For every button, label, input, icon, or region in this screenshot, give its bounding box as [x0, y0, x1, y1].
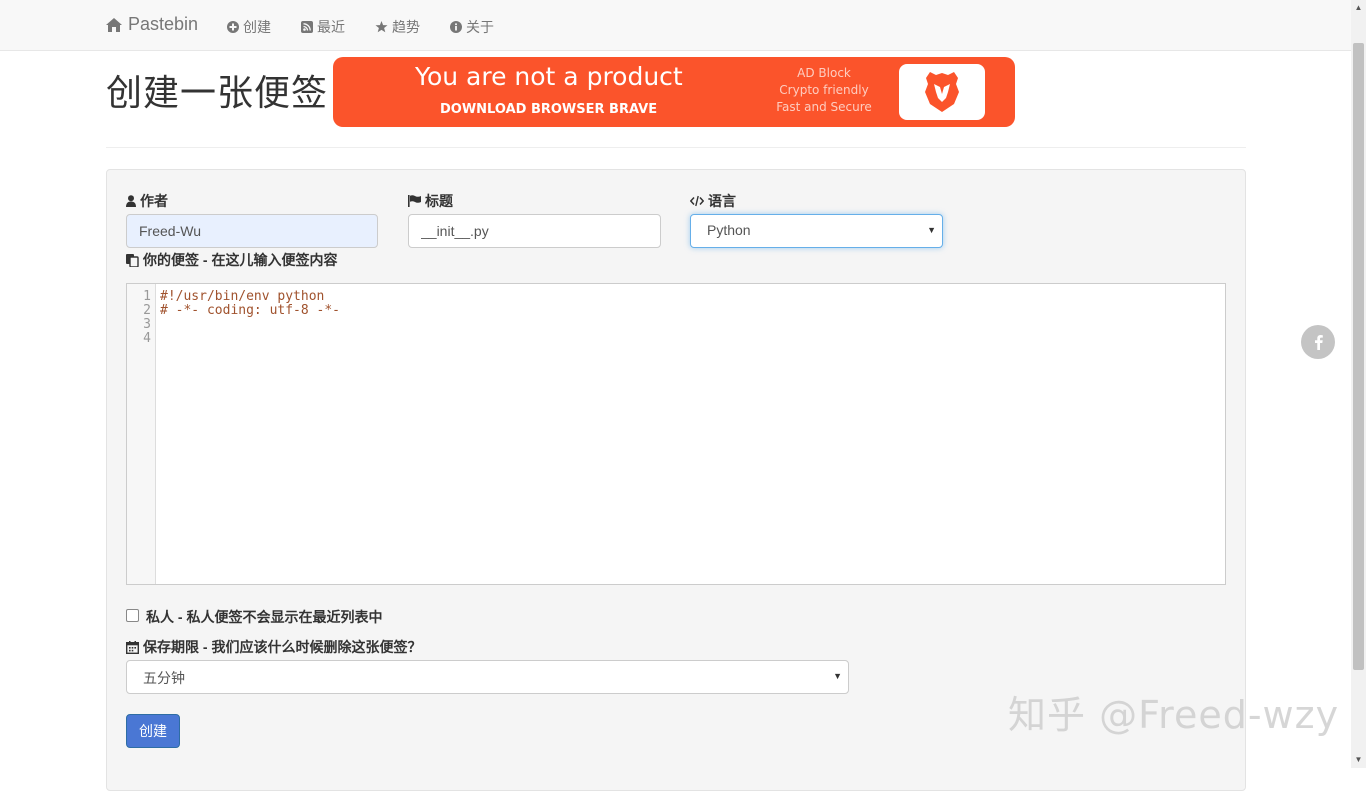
facebook-share-button[interactable]: [1301, 325, 1335, 359]
brand-label: Pastebin: [128, 14, 199, 34]
ad-headline: You are not a product: [415, 62, 683, 91]
title-input[interactable]: [408, 214, 661, 248]
language-selected-value: Python: [707, 222, 751, 238]
code-editor[interactable]: 1 2 3 4 #!/usr/bin/env python # -*- codi…: [126, 283, 1226, 585]
code-line: # -*- coding: utf-8 -*-: [160, 303, 341, 318]
scrollbar-thumb[interactable]: [1353, 43, 1364, 670]
ad-feature: AD Block: [797, 66, 851, 80]
nav-item-label: 创建: [243, 19, 271, 35]
content-label: 你的便签 - 在这儿输入便签内容: [126, 250, 337, 270]
ad-feature: Crypto friendly: [779, 83, 869, 97]
line-number: 4: [143, 331, 151, 346]
code-line: #!/usr/bin/env python: [160, 289, 325, 304]
copy-icon: [126, 253, 139, 267]
create-button[interactable]: 创建: [126, 714, 180, 748]
home-icon: [106, 17, 122, 32]
expiry-label-text: 保存期限 - 我们应该什么时候删除这张便签？: [143, 639, 422, 655]
line-number: 2: [143, 303, 151, 318]
page-scrollbar[interactable]: ▲ ▼: [1351, 0, 1366, 768]
line-number-gutter: 1 2 3 4: [127, 284, 156, 584]
top-navbar: Pastebin 创建 最近 趋势 关于: [0, 0, 1351, 51]
expiry-selected-value: 五分钟: [143, 670, 185, 686]
private-label[interactable]: 私人 - 私人便签不会显示在最近列表中: [146, 607, 382, 627]
ad-logo: [899, 64, 985, 120]
page-title: 创建一张便签: [106, 73, 329, 114]
chevron-down-icon: ▼: [927, 225, 936, 235]
nav-item-trending[interactable]: 趋势: [375, 17, 420, 37]
title-label-text: 标题: [425, 193, 453, 209]
language-label-text: 语言: [708, 193, 736, 209]
scroll-up-icon[interactable]: ▲: [1351, 2, 1366, 14]
header-divider: [106, 147, 1246, 148]
nav-item-label: 趋势: [392, 19, 420, 35]
title-label: 标题: [408, 191, 453, 211]
zhihu-watermark: 知乎 @Freed-wzy: [1008, 693, 1340, 737]
expiry-select[interactable]: 五分钟 ▼: [126, 660, 849, 694]
ad-feature: Fast and Secure: [776, 100, 872, 114]
author-input[interactable]: [126, 214, 378, 248]
nav-item-label: 关于: [466, 19, 494, 35]
brave-ad-banner[interactable]: You are not a product DOWNLOAD BROWSER B…: [333, 57, 1015, 127]
code-icon: [690, 195, 704, 207]
ad-subline: DOWNLOAD BROWSER BRAVE: [440, 102, 658, 117]
nav-item-label: 最近: [317, 19, 345, 35]
line-number: 3: [143, 317, 151, 332]
user-icon: [126, 195, 136, 207]
flag-icon: [408, 195, 421, 207]
calendar-icon: [126, 640, 139, 654]
content-label-text: 你的便签 - 在这儿输入便签内容: [143, 252, 338, 268]
nav-item-create[interactable]: 创建: [227, 17, 271, 37]
chevron-down-icon: ▼: [833, 671, 842, 681]
expiry-label: 保存期限 - 我们应该什么时候删除这张便签？: [126, 637, 421, 657]
language-select[interactable]: Python ▼: [690, 214, 943, 248]
nav-brand[interactable]: Pastebin: [106, 14, 198, 35]
rss-square-icon: [301, 21, 313, 33]
info-circle-icon: [450, 21, 462, 33]
facebook-icon: [1314, 335, 1323, 350]
private-checkbox[interactable]: [126, 609, 139, 622]
author-label: 作者: [126, 191, 168, 211]
line-number: 1: [143, 289, 151, 304]
star-icon: [375, 21, 388, 33]
plus-circle-icon: [227, 21, 239, 33]
nav-item-about[interactable]: 关于: [450, 17, 494, 37]
brave-lion-icon: [925, 72, 959, 112]
language-label: 语言: [690, 191, 736, 211]
author-label-text: 作者: [140, 193, 168, 209]
nav-item-recent[interactable]: 最近: [301, 17, 345, 37]
scroll-down-icon[interactable]: ▼: [1351, 754, 1366, 766]
